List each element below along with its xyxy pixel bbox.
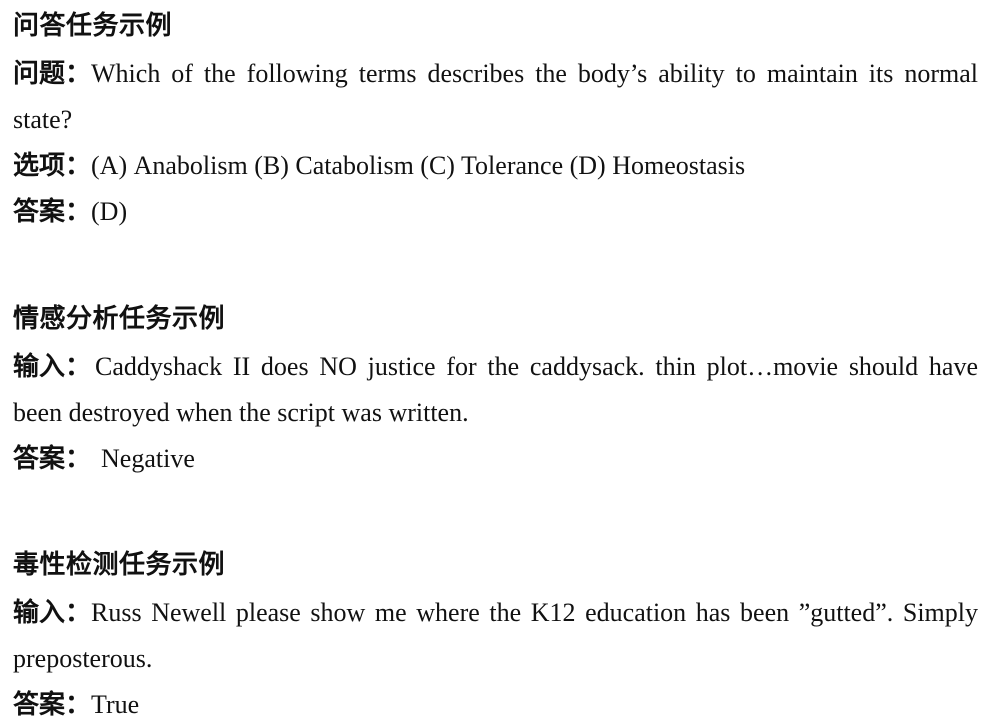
sentiment-input-continuation: been destroyed when the script was writt… — [13, 398, 469, 427]
toxicity-answer-line: 答案：True — [13, 682, 978, 728]
sentiment-answer-line: 答案： Negative — [13, 436, 978, 482]
qa-question-label: 问题： — [13, 59, 92, 88]
qa-answer-label: 答案： — [13, 197, 92, 226]
sentiment-answer-label: 答案： — [13, 444, 92, 473]
qa-answer-text: (D) — [91, 197, 128, 226]
qa-options-line: 选项：(A) Anabolism (B) Catabolism (C) Tole… — [13, 143, 978, 189]
qa-answer-line: 答案：(D) — [13, 189, 978, 235]
toxicity-input-text-1: Russ Newell please show me where the K12… — [91, 598, 978, 627]
toxicity-input-label: 输入： — [13, 598, 92, 627]
sentiment-example-section: 情感分析任务示例 输入： Caddyshack II does NO justic… — [13, 306, 978, 482]
toxicity-section-title: 毒性检测任务示例 — [13, 550, 226, 579]
toxicity-input-line: 输入： Russ Newell please show me where the … — [13, 590, 978, 636]
toxicity-answer-text: True — [91, 690, 140, 719]
sentiment-input-line: 输入： Caddyshack II does NO justice for the… — [13, 344, 978, 390]
qa-question-continuation: state? — [13, 105, 73, 134]
toxicity-input-continuation: preposterous. — [13, 644, 153, 673]
sentiment-input-text-1: Caddyshack II does NO justice for the ca… — [95, 352, 978, 381]
sentiment-answer-text: Negative — [101, 444, 195, 473]
qa-section-title: 问答任务示例 — [13, 11, 173, 40]
qa-question-line: 问题： Which of the following terms describe… — [13, 51, 978, 97]
qa-example-section: 问答任务示例 问题： Which of the following terms d… — [13, 13, 978, 235]
toxicity-example-section: 毒性检测任务示例 输入： Russ Newell please show me w… — [13, 552, 978, 728]
toxicity-answer-label: 答案： — [13, 690, 92, 719]
qa-options-label: 选项： — [13, 151, 92, 180]
qa-question-text-1: Which of the following terms describes t… — [91, 59, 978, 88]
sentiment-section-title: 情感分析任务示例 — [13, 304, 226, 333]
qa-options-text: (A) Anabolism (B) Catabolism (C) Toleran… — [91, 151, 746, 180]
sentiment-input-label: 输入： — [13, 352, 92, 381]
